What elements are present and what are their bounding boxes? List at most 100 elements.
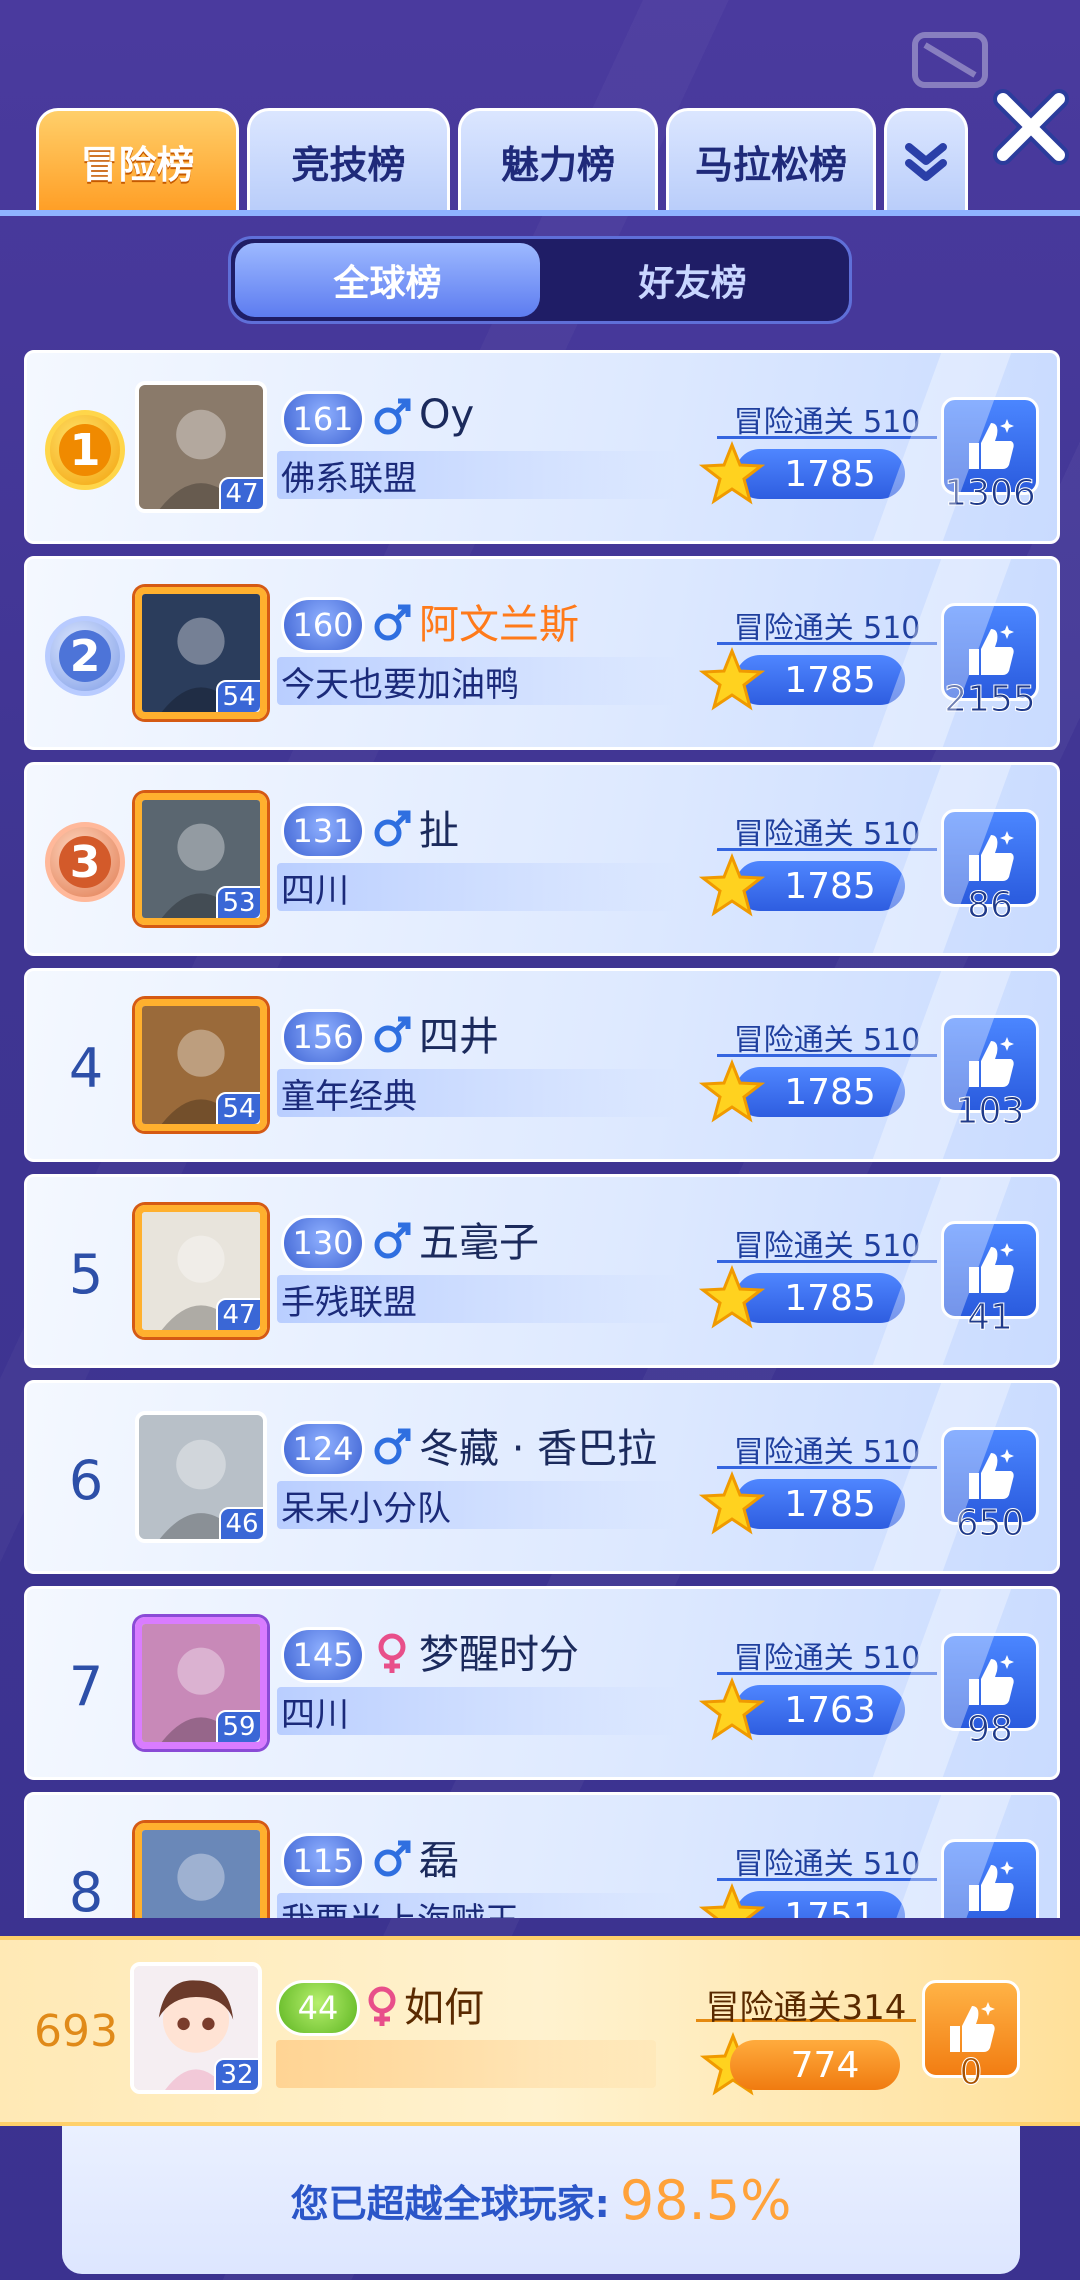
avatar[interactable]: 54	[135, 587, 267, 719]
thumbs-up-icon	[969, 831, 1014, 881]
guild-name: 佛系联盟	[281, 458, 417, 499]
guild-name: 我要当上海贼王	[281, 1893, 519, 1919]
my-ranking-row: 693 32 44 如何 冒险通关314 774 0	[0, 1936, 1080, 2126]
table-row[interactable]: 5 47 130 五毫子 手残联盟 冒险通关 510 1785 41	[24, 1174, 1060, 1368]
player-name: 扯	[419, 808, 459, 854]
star-icon	[699, 441, 765, 505]
player-level-badge: 115	[281, 1833, 365, 1889]
like-count: 98	[967, 1709, 1014, 1751]
stage-progress: 冒险通关 510	[717, 1839, 937, 1882]
tab-marathon[interactable]: 马拉松榜	[666, 108, 876, 212]
tab-adventure[interactable]: 冒险榜	[36, 108, 239, 212]
chevron-double-down-icon	[905, 142, 947, 181]
avatar[interactable]: 47	[135, 1205, 267, 1337]
percentile-banner: 您已超越全球玩家: 98.5%	[62, 2126, 1020, 2274]
avatar[interactable]	[135, 1823, 267, 1918]
avatar-level: 46	[219, 1507, 263, 1539]
table-row[interactable]: 7 59 145 梦醒时分 四川 冒险通关 510 1763 98	[24, 1586, 1060, 1780]
player-level-badge: 161	[281, 391, 365, 447]
leaderboard-tabs: 冒险榜 竞技榜 魅力榜 马拉松榜	[36, 108, 968, 212]
table-row[interactable]: 2 54 160 阿文兰斯 今天也要加油鸭 冒险通关 510 1785 2155	[24, 556, 1060, 750]
avatar-level: 32	[214, 2058, 258, 2090]
female-icon	[368, 1986, 396, 2026]
rank-number: 2	[59, 630, 111, 682]
male-icon	[374, 1016, 411, 1053]
male-icon	[374, 1840, 411, 1877]
thumbs-up-icon	[969, 625, 1014, 675]
player-name: 磊	[419, 1838, 459, 1884]
table-row[interactable]: 3 53 131 扯 四川 冒险通关 510 1785 86	[24, 762, 1060, 956]
subtab-global[interactable]: 全球榜	[235, 243, 540, 317]
rank-number: 5	[68, 1242, 104, 1306]
like-count: 650	[955, 1503, 1025, 1545]
table-row[interactable]: 6 46 124 冬藏 · 香巴拉 呆呆小分队 冒险通关 510 1785 65…	[24, 1380, 1060, 1574]
thumbs-up-icon	[969, 1449, 1014, 1499]
thumbs-up-icon	[969, 1861, 1014, 1911]
ranking-list[interactable]: 1 47 161 Oy 佛系联盟 冒险通关 510 1785 1306 2 54…	[24, 350, 1060, 1918]
avatar[interactable]: 53	[135, 793, 267, 925]
rank-number: 4	[68, 1036, 104, 1100]
avatar-level: 47	[216, 1298, 260, 1330]
rank-medal-icon: 1	[45, 410, 125, 490]
guild-name: 四川	[281, 870, 349, 911]
star-icon	[699, 1059, 765, 1123]
like-count: 2155	[944, 679, 1037, 721]
trophy-watermark-icon	[912, 32, 988, 88]
stage-progress: 冒险通关 510	[717, 1221, 937, 1264]
my-guild-bar	[276, 2040, 656, 2088]
player-name: 梦醒时分	[419, 1632, 579, 1678]
rank-number: 1	[59, 424, 111, 476]
stage-progress: 冒险通关 510	[717, 603, 937, 646]
player-name: 五毫子	[419, 1220, 539, 1266]
male-icon	[374, 810, 411, 847]
percentile-label: 您已超越全球玩家:	[290, 2181, 610, 2226]
thumbs-up-icon	[969, 1655, 1014, 1705]
like-count: 103	[955, 1091, 1025, 1133]
like-button[interactable]	[941, 1839, 1039, 1918]
female-icon	[378, 1633, 406, 1673]
my-score: 774	[730, 2040, 900, 2090]
table-row[interactable]: 1 47 161 Oy 佛系联盟 冒险通关 510 1785 1306	[24, 350, 1060, 544]
rank-medal-icon: 3	[45, 822, 125, 902]
rank-number: 7	[68, 1654, 104, 1718]
table-row[interactable]: 4 54 156 四井 童年经典 冒险通关 510 1785 103	[24, 968, 1060, 1162]
player-level-badge: 160	[281, 597, 365, 653]
avatar-level: 54	[216, 1092, 260, 1124]
guild-name: 呆呆小分队	[281, 1488, 451, 1529]
table-row[interactable]: 8 115 磊 我要当上海贼王 冒险通关 510 1751	[24, 1792, 1060, 1918]
stage-progress: 冒险通关 510	[717, 1015, 937, 1058]
rank-number: 3	[59, 836, 111, 888]
subtab-friends[interactable]: 好友榜	[540, 243, 845, 317]
more-tabs-button[interactable]	[884, 108, 968, 212]
avatar[interactable]: 47	[135, 381, 267, 513]
like-count: 41	[967, 1297, 1014, 1339]
like-count: 1306	[944, 473, 1037, 515]
male-icon	[374, 1222, 411, 1259]
tab-charm[interactable]: 魅力榜	[458, 108, 658, 212]
my-like-count: 0	[959, 2052, 983, 2094]
star-icon	[699, 853, 765, 917]
avatar[interactable]: 59	[135, 1617, 267, 1749]
thumbs-up-icon	[950, 2002, 995, 2052]
my-avatar[interactable]: 32	[130, 1962, 262, 2094]
avatar-level: 59	[216, 1710, 260, 1742]
player-name: Oy	[419, 392, 475, 438]
player-level-badge: 156	[281, 1009, 365, 1065]
male-icon	[374, 398, 411, 435]
guild-name: 今天也要加油鸭	[281, 664, 519, 705]
avatar[interactable]: 46	[135, 1411, 267, 1543]
like-count: 86	[967, 885, 1014, 927]
star-icon	[699, 1677, 765, 1741]
star-icon	[699, 1265, 765, 1329]
my-stage-progress: 冒险通关314	[696, 1980, 916, 2028]
my-player-name: 如何	[404, 1985, 484, 2031]
rank-medal-icon: 2	[45, 616, 125, 696]
close-button[interactable]	[988, 84, 1074, 170]
stage-progress: 冒险通关 510	[717, 1633, 937, 1676]
avatar[interactable]: 54	[135, 999, 267, 1131]
thumbs-up-icon	[969, 1243, 1014, 1293]
scope-switch: 全球榜 好友榜	[228, 236, 852, 324]
rank-number: 8	[68, 1860, 104, 1919]
stage-progress: 冒险通关 510	[717, 1427, 937, 1470]
tab-arena[interactable]: 竞技榜	[247, 108, 450, 212]
